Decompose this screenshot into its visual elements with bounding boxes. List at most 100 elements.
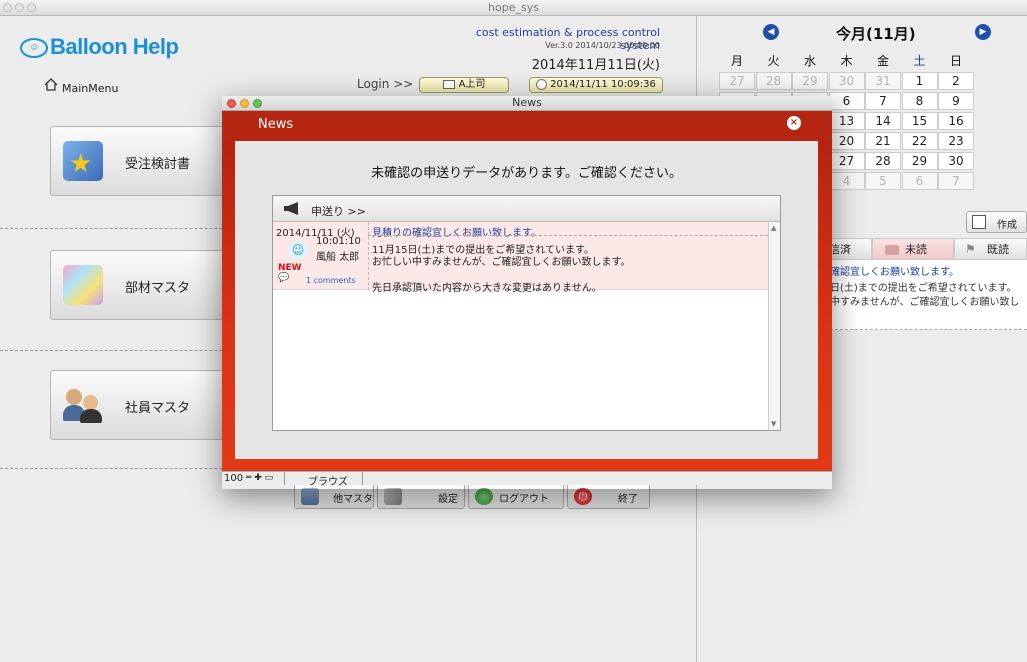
news-dialog-header (222, 111, 832, 141)
comment-icon: 💬 (278, 273, 290, 283)
calendar-day[interactable]: 27 (719, 72, 755, 90)
calendar-day[interactable]: 7 (938, 172, 974, 190)
item-author: 風船 太郎 (316, 252, 360, 263)
calendar-day[interactable]: 13 (828, 112, 865, 130)
zoom-level[interactable]: 100 (224, 473, 243, 484)
datetime-badge: 2014/11/11 10:09:36 (529, 77, 663, 93)
login-label: Login >> (357, 77, 414, 91)
list-scrollbar[interactable]: ▲ ▼ (768, 222, 780, 430)
dialog-minimize-dot[interactable] (240, 99, 249, 108)
logout-icon (475, 488, 493, 505)
calendar-day[interactable]: 14 (865, 112, 901, 130)
item-subject: 見積りの確認宜しくお願い致します。 (372, 228, 541, 239)
order-review-button[interactable]: ★ 受注検討書 (50, 126, 240, 196)
item-time: 10:01:10 (316, 236, 361, 247)
news-dialog-title: News (258, 117, 294, 132)
window-zoom-dot[interactable] (27, 3, 36, 12)
window-minimize-dot[interactable] (15, 3, 24, 12)
weekday-header: 金 (876, 54, 889, 68)
tab-unread[interactable]: 未読 (872, 238, 954, 260)
dialog-status-bar: 100 ═ ✚ ▭ ブラウズ (222, 471, 832, 488)
employee-master-button[interactable]: 社員マスタ (50, 370, 240, 440)
materials-master-button[interactable]: 部材マスタ (50, 250, 240, 320)
calendar-day[interactable]: 7 (865, 92, 901, 110)
balloon-logo-icon: ☺ (20, 38, 48, 59)
new-badge: NEW (278, 263, 302, 273)
window-titlebar: hope_sys (0, 0, 1027, 16)
calendar-month-title: 今月(11月) (836, 25, 916, 43)
calendar-day[interactable]: 20 (828, 132, 865, 150)
news-dialog-titlebar: News (222, 96, 832, 111)
calendar-day[interactable]: 27 (828, 152, 865, 170)
preview-title: 確認宜しくお願い致します。 (830, 267, 959, 278)
flag-icon: ⚑ (965, 242, 976, 256)
message-preview[interactable]: 確認宜しくお願い致します。 日(土)までの提出をご希望されています。 中すみませ… (820, 260, 1027, 330)
balloon-help-logo: ☺ Balloon Help (20, 34, 179, 60)
color-tiles-icon (63, 265, 103, 305)
tools-icon (384, 488, 402, 505)
user-name: A上司 (458, 79, 486, 90)
close-icon[interactable]: × (787, 116, 801, 130)
column-divider (368, 222, 369, 290)
message-tabs: 信済 未読 ⚑ 既読 (820, 238, 1027, 260)
calendar-day[interactable]: 1 (901, 72, 938, 90)
preview-line: 日(土)までの提出をご希望されています。 (830, 283, 1017, 294)
status-divider (362, 472, 363, 485)
weekday-header: 木 (840, 54, 853, 68)
calendar-day[interactable]: 23 (938, 132, 974, 150)
master-icon (301, 488, 319, 505)
create-button[interactable]: 作成 (966, 211, 1027, 233)
current-date: 2014年11月11日(火) (531, 58, 660, 73)
calendar-day[interactable]: 8 (901, 92, 938, 110)
handover-header: 申送り >> (273, 196, 780, 222)
browse-mode[interactable]: ブラウズ (308, 473, 348, 488)
calendar-day[interactable]: 2 (938, 72, 974, 90)
calendar-day[interactable]: 4 (828, 172, 865, 190)
calendar-day[interactable]: 30 (828, 72, 865, 90)
main-menu-label[interactable]: MainMenu (62, 82, 118, 95)
window-title: hope_sys (488, 1, 539, 14)
calendar-day[interactable]: 15 (901, 112, 938, 130)
calendar-day[interactable]: 21 (865, 132, 901, 150)
version-text: Ver.3.0 2014/10/23 00:00:00 (545, 41, 660, 50)
zoom-controls-icon[interactable]: ═ ✚ ▭ (246, 473, 273, 483)
prev-month-icon[interactable]: ◀ (763, 24, 779, 40)
weekday-header: 火 (767, 54, 780, 68)
tab-read[interactable]: ⚑ 既読 (954, 238, 1027, 260)
calendar-day[interactable]: 29 (792, 72, 828, 90)
dialog-zoom-dot[interactable] (253, 99, 262, 108)
home-icon[interactable] (44, 78, 58, 91)
power-icon: ⏻ (574, 488, 592, 505)
people-icon (63, 385, 103, 425)
calendar-day[interactable]: 22 (901, 132, 938, 150)
megaphone-icon (284, 202, 298, 215)
calendar-day[interactable]: 28 (755, 72, 792, 90)
clock-icon (536, 78, 548, 90)
user-badge[interactable]: A上司 (419, 77, 509, 93)
calendar-day[interactable]: 6 (901, 172, 938, 190)
calendar-day[interactable]: 5 (865, 172, 901, 190)
calendar-day[interactable]: 31 (865, 72, 901, 90)
window-close-dot[interactable] (3, 3, 12, 12)
weekday-header: 土 (913, 54, 926, 68)
next-month-icon[interactable]: ▶ (975, 24, 991, 40)
calendar-day[interactable]: 6 (828, 92, 865, 110)
calendar-day[interactable]: 16 (938, 112, 974, 130)
status-divider (284, 472, 285, 485)
preview-line: 中すみませんが、ご確認宜しくお願い致し (830, 297, 1020, 308)
weekday-header: 日 (949, 54, 962, 68)
edit-icon (972, 215, 986, 229)
login-datetime: 2014/11/11 10:09:36 (550, 79, 656, 90)
calendar-day[interactable]: 9 (938, 92, 974, 110)
handover-title[interactable]: 申送り >> (311, 203, 366, 219)
folder-icon (885, 245, 899, 255)
item-body: 先日承認頂いた内容から大きな変更はありません。 (372, 283, 602, 294)
user-card-icon (442, 79, 455, 89)
calendar-day[interactable]: 28 (865, 152, 901, 170)
subject-divider (368, 235, 768, 236)
weekday-header: 月 (730, 54, 743, 68)
comments-link[interactable]: 1 comments (306, 276, 356, 285)
calendar-day[interactable]: 30 (938, 152, 974, 170)
dialog-close-dot[interactable] (227, 99, 236, 108)
calendar-day[interactable]: 29 (901, 152, 938, 170)
